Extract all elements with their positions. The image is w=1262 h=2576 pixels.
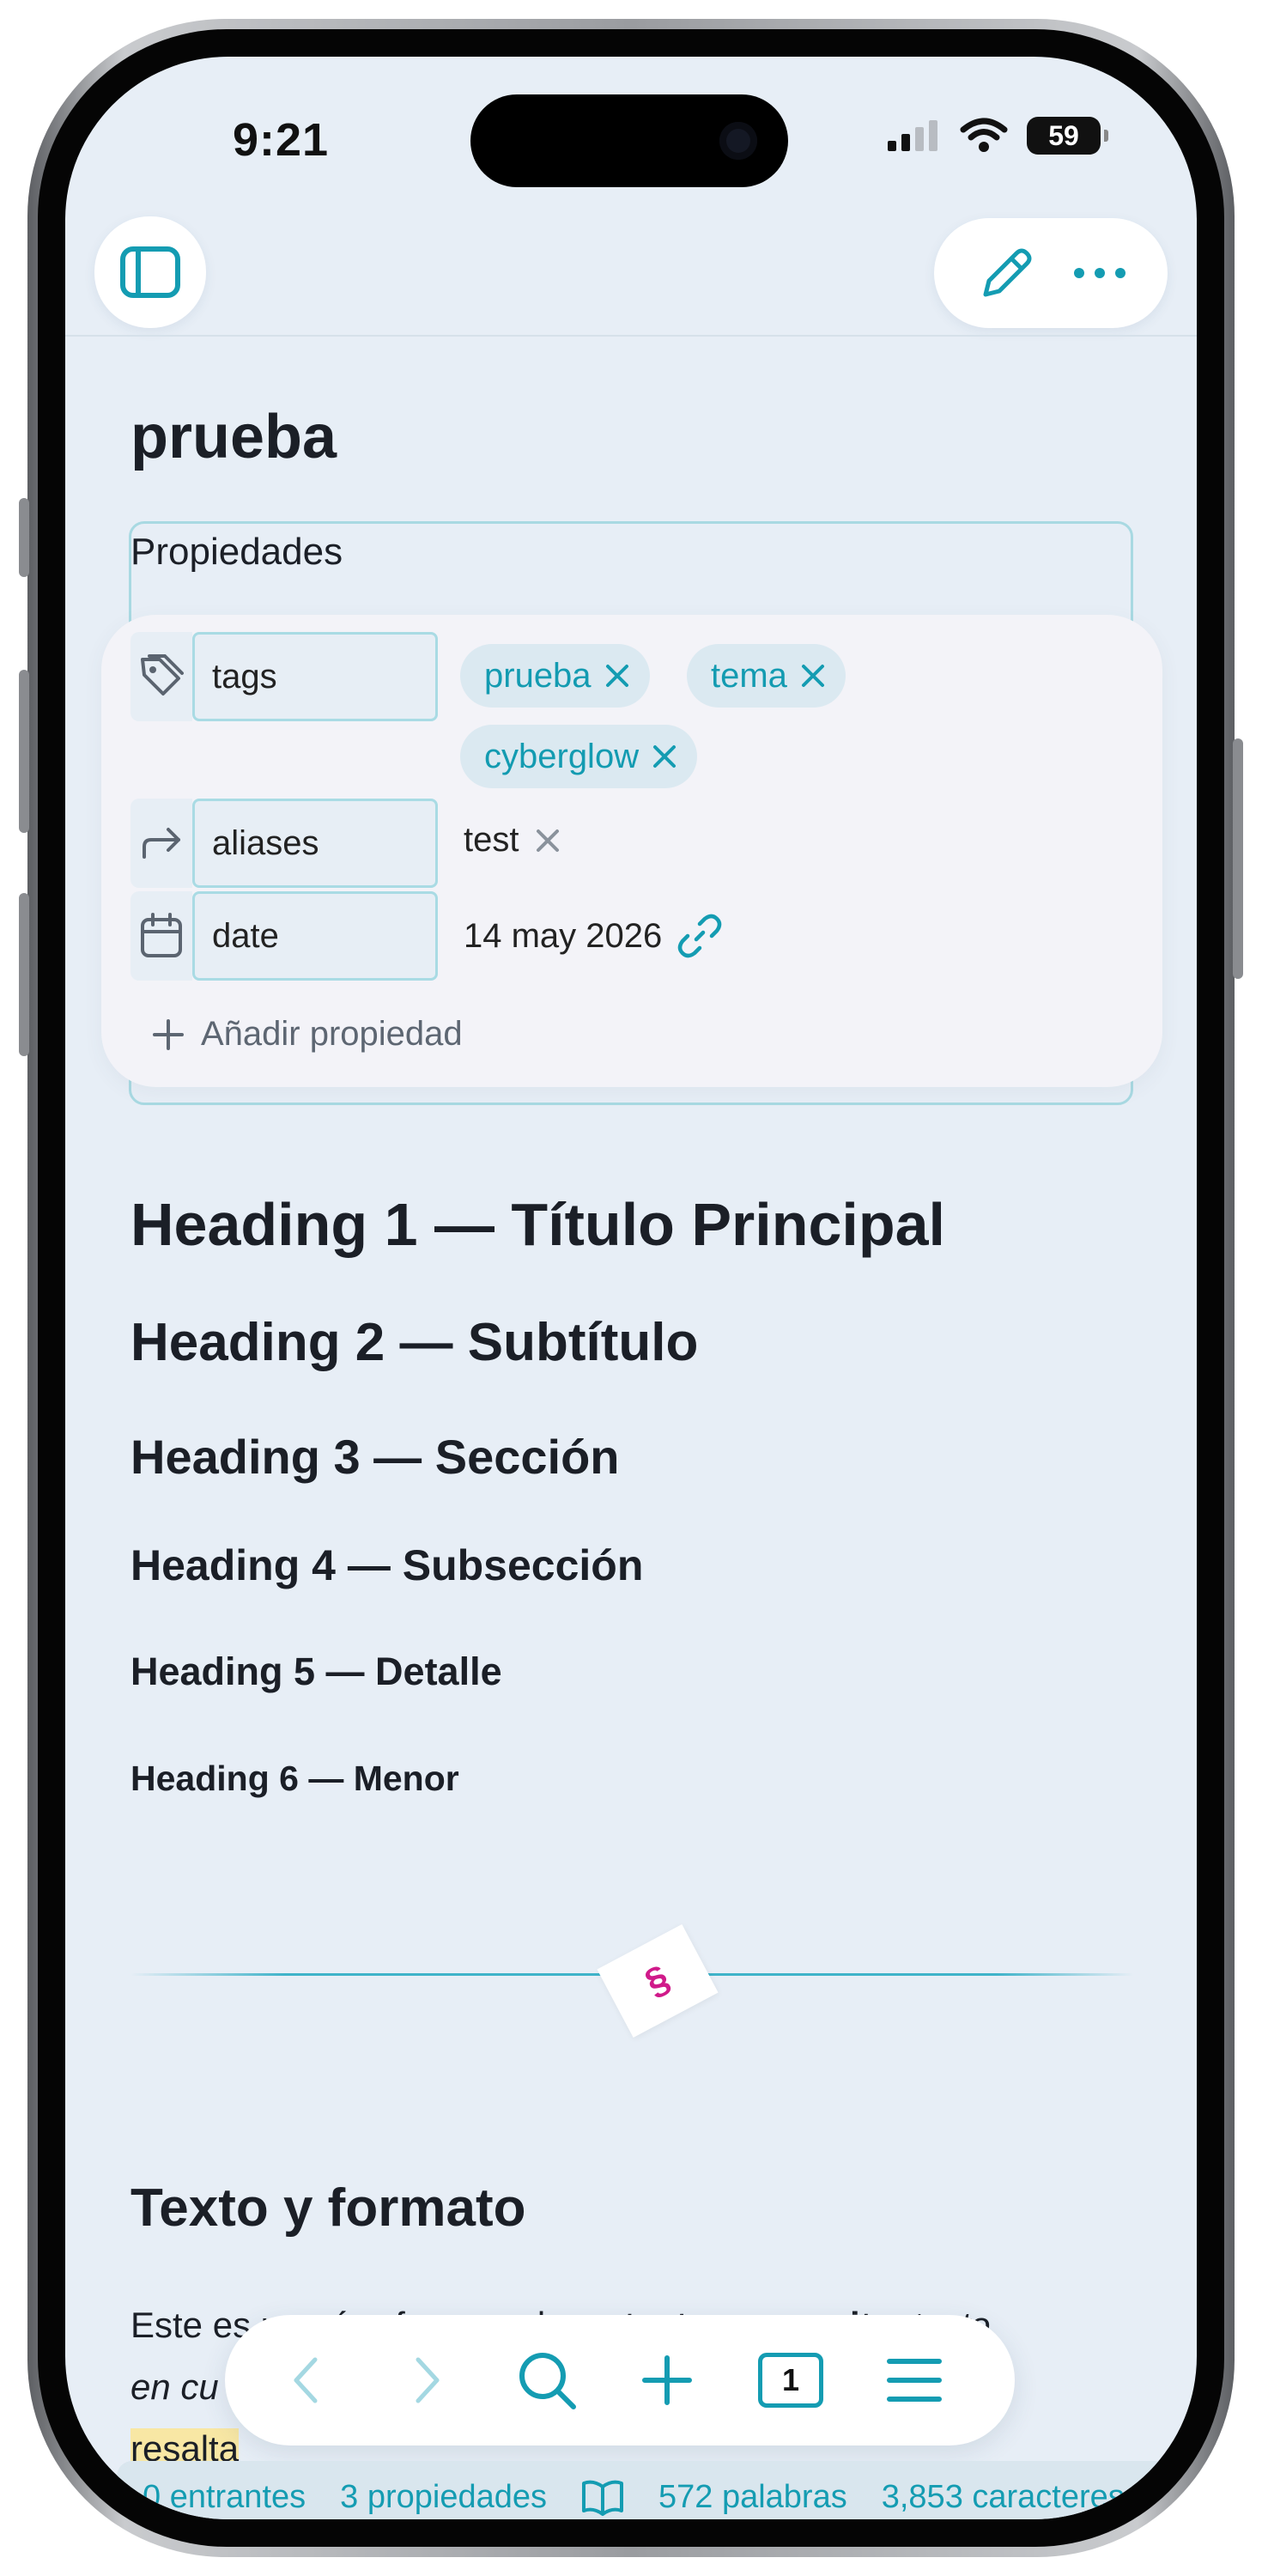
tabs-count: 1 (781, 2362, 800, 2397)
edit-icon[interactable] (975, 243, 1035, 303)
heading-4: Heading 4 — Subsección (130, 1541, 644, 1589)
aliases-key[interactable]: aliases (192, 799, 438, 888)
character-count: 3,853 caracteres (881, 2478, 1125, 2515)
italic-text: en cu (130, 2366, 219, 2407)
incoming-links-count[interactable]: 0 entrantes (143, 2479, 306, 2516)
calendar-icon (141, 913, 182, 957)
volume-up-button (19, 670, 29, 833)
heading-1: Heading 1 — Título Principal (130, 1191, 945, 1258)
heading-6: Heading 6 — Menor (130, 1759, 459, 1798)
search-icon (519, 2353, 576, 2409)
sidebar-toggle-button[interactable] (94, 216, 206, 328)
link-icon[interactable] (677, 914, 722, 958)
alias-label: test (464, 821, 519, 859)
note-title[interactable]: prueba (130, 402, 337, 472)
more-options-icon[interactable] (1072, 264, 1127, 282)
reading-mode-icon[interactable] (581, 2478, 624, 2516)
back-button[interactable] (259, 2315, 354, 2445)
app-screen: 9:21 59 prueba Propiedades tags prueba t… (65, 57, 1197, 2519)
properties-count[interactable]: 3 propiedades (340, 2479, 547, 2516)
aliases-property-icon-cell[interactable] (130, 799, 192, 888)
add-property-button[interactable]: Añadir propiedad (151, 1015, 463, 1054)
forward-button[interactable] (379, 2315, 474, 2445)
tag-label: prueba (484, 656, 592, 695)
chevron-right-icon (416, 2357, 440, 2403)
sidebar-icon (120, 246, 180, 298)
tag-label: cyberglow (484, 737, 640, 775)
remove-tag-icon[interactable] (799, 662, 827, 690)
camera-icon (719, 122, 757, 160)
bottom-toolbar: 1 (225, 2315, 1015, 2445)
heading-2: Heading 2 — Subtítulo (130, 1313, 699, 1372)
wifi-icon (960, 118, 1008, 152)
tags-icon (141, 654, 184, 696)
new-note-button[interactable] (620, 2315, 714, 2445)
remove-alias-icon[interactable] (534, 827, 561, 854)
section-heading: Texto y formato (130, 2178, 526, 2238)
status-bar: 0 entrantes 3 propiedades 572 palabras 3… (117, 2461, 1197, 2519)
tags-property-icon-cell[interactable] (130, 632, 192, 721)
alias-value[interactable]: test (464, 821, 561, 860)
section-sign-icon: § (638, 1957, 677, 2004)
cellular-signal-icon (888, 120, 937, 151)
tag-chip[interactable]: cyberglow (460, 725, 698, 788)
battery-icon: 59 (1027, 117, 1108, 155)
add-property-label: Añadir propiedad (201, 1015, 463, 1053)
date-label: 14 may 2026 (464, 916, 663, 955)
horizontal-rule-right (678, 1973, 1133, 1976)
status-icons: 59 (886, 117, 1108, 155)
dynamic-island (470, 94, 788, 187)
tabs-button[interactable]: 1 (743, 2315, 838, 2445)
status-time: 9:21 (233, 114, 330, 166)
search-button[interactable] (500, 2315, 594, 2445)
tag-chip[interactable]: prueba (460, 644, 650, 708)
properties-label: Propiedades (130, 531, 343, 573)
heading-3: Heading 3 — Sección (130, 1430, 620, 1484)
section-sign-badge: § (597, 1923, 719, 2038)
hamburger-menu-icon (887, 2359, 942, 2402)
top-actions-pill (934, 218, 1168, 328)
date-key[interactable]: date (192, 891, 438, 981)
date-property-icon-cell[interactable] (130, 891, 192, 981)
header-divider (65, 335, 1197, 337)
tabs-count-icon: 1 (758, 2353, 823, 2408)
remove-tag-icon[interactable] (604, 662, 631, 690)
chevron-left-icon (294, 2357, 318, 2403)
volume-down-button (19, 893, 29, 1056)
horizontal-rule-left (130, 1973, 646, 1976)
power-button (1233, 738, 1243, 979)
menu-button[interactable] (867, 2315, 962, 2445)
heading-5: Heading 5 — Detalle (130, 1649, 502, 1693)
action-button (19, 498, 29, 577)
tags-key[interactable]: tags (192, 632, 438, 721)
word-count: 572 palabras (658, 2478, 847, 2515)
plus-icon (642, 2355, 692, 2405)
remove-tag-icon[interactable] (651, 743, 678, 770)
tag-label: tema (711, 656, 787, 695)
alias-arrow-icon (143, 828, 180, 859)
date-value[interactable]: 14 may 2026 (464, 914, 722, 958)
plus-icon (153, 1018, 184, 1050)
tag-chip[interactable]: tema (687, 644, 846, 708)
